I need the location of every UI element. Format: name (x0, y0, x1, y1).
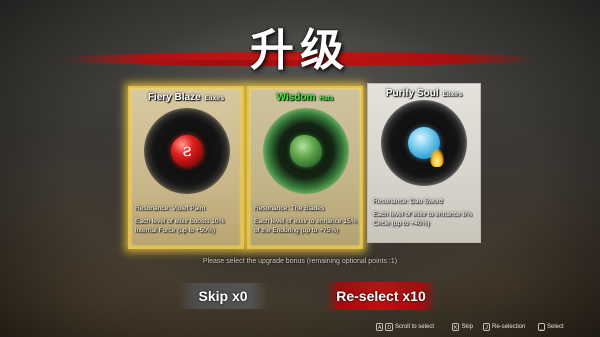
reselect-button[interactable]: Re-select x10 (326, 282, 436, 310)
card-effect: Each level of elixir to enhance 15% of t… (254, 218, 357, 234)
card-resonance: Resonance: Dao Sword (373, 198, 443, 205)
hint-label: Select (547, 324, 564, 330)
key-j-icon: J (483, 323, 490, 331)
orb-portal: ƨ (144, 108, 230, 194)
hint-label: Re-selection (492, 324, 526, 330)
card-name: Fiery Blaze (147, 92, 201, 103)
key-d-icon: D (385, 323, 393, 331)
card-description: Resonance: Dao Sword Each level of elixi… (373, 197, 476, 228)
card-tag: Hats (319, 95, 334, 102)
turtle-orb-icon (290, 135, 322, 167)
orb-glyph: ƨ (182, 140, 192, 161)
spacebar-icon: ⎵ (538, 323, 545, 331)
key-a-icon: A (376, 323, 384, 331)
spirit-orb-icon (408, 127, 444, 167)
card-wisdom[interactable]: Wisdom Hats Resonance: The Blades Each le… (247, 86, 363, 249)
key-k-icon: K (452, 323, 460, 331)
card-title: Purify Soul Elixirs (368, 88, 480, 99)
hint-reselection: J Re-selection (483, 323, 525, 331)
title-banner: 升级 (0, 14, 600, 76)
card-title: Fiery Blaze Elixirs (130, 92, 242, 103)
card-effect: Each level of elixir to enhance 8% Circl… (373, 211, 472, 227)
card-tag: Elixirs (442, 91, 463, 98)
card-tag: Elixirs (204, 95, 225, 102)
hint-select: ⎵ Select (538, 323, 564, 331)
hint-scroll: A D Scroll to select (376, 323, 434, 331)
card-resonance: Resonance: Violet Palm (135, 205, 206, 212)
card-fiery-blaze[interactable]: Fiery Blaze Elixirs ƨ Resonance: Violet P… (128, 86, 244, 249)
orb-portal (263, 108, 349, 194)
hint-label: Scroll to select (394, 324, 434, 330)
flame-icon (430, 149, 444, 167)
card-name: Wisdom (276, 92, 316, 103)
card-resonance: Resonance: The Blades (254, 205, 325, 212)
fire-orb-icon: ƨ (171, 135, 203, 167)
hint-skip: K Skip (452, 323, 473, 331)
orb-portal (381, 100, 467, 186)
card-description: Resonance: Violet Palm Each level of eli… (135, 204, 238, 235)
page-title: 升级 (250, 25, 350, 76)
hint-label: Skip (461, 324, 474, 330)
card-description: Resonance: The Blades Each level of elix… (254, 204, 357, 235)
card-title: Wisdom Hats (249, 92, 361, 103)
card-purify-soul[interactable]: Purify Soul Elixirs Resonance: Dao Sword … (367, 83, 481, 243)
card-effect: Each level of elixir boosts 10% internal… (135, 218, 225, 234)
selection-prompt: Please select the upgrade bonus (remaini… (202, 258, 398, 265)
skip-button[interactable]: Skip x0 (178, 283, 268, 309)
card-name: Purify Soul (385, 88, 439, 99)
